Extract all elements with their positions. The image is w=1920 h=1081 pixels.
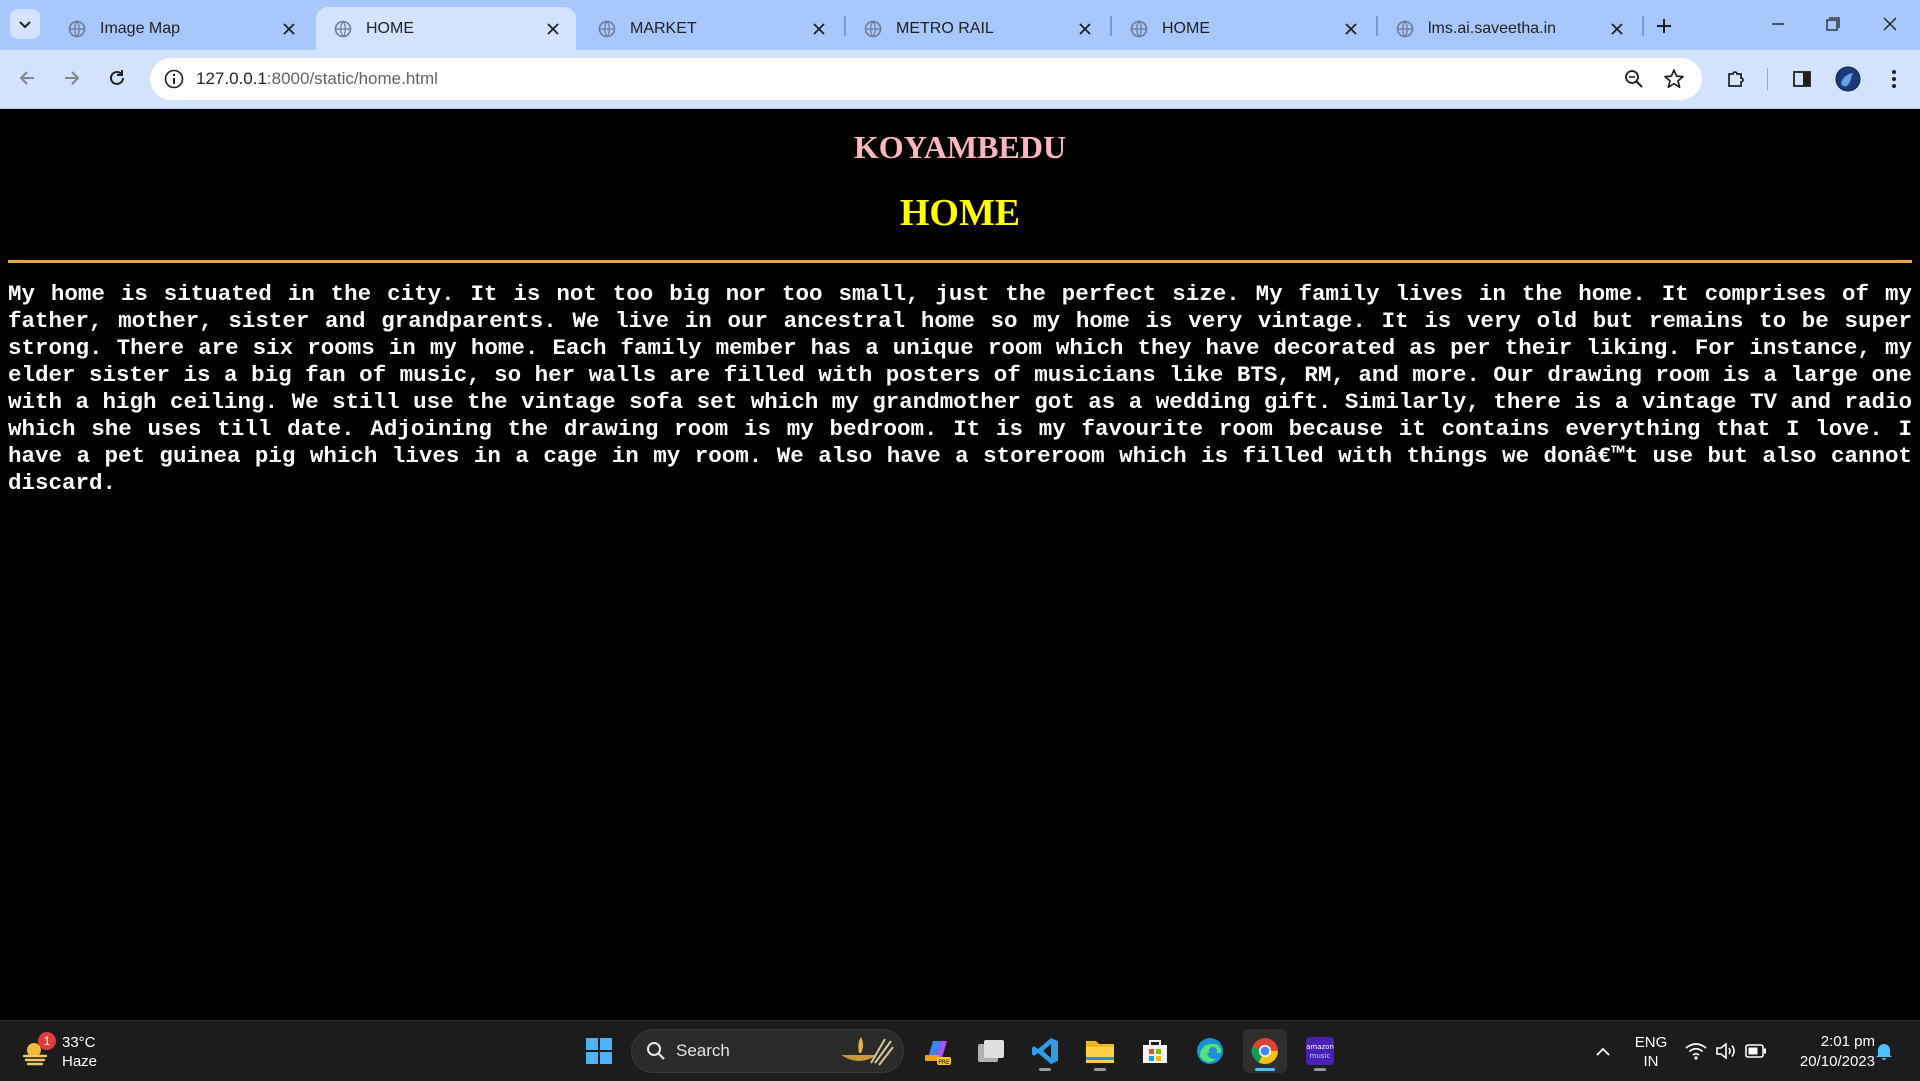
volume-icon[interactable]	[1714, 1039, 1738, 1063]
tab-lms[interactable]: lms.ai.saveetha.in	[1378, 7, 1640, 50]
chrome-icon[interactable]	[1243, 1029, 1287, 1073]
restore-icon[interactable]	[1811, 8, 1855, 40]
taskbar-search[interactable]: Search	[631, 1029, 904, 1073]
profile-avatar-icon[interactable]	[1834, 65, 1862, 93]
extensions-icon[interactable]	[1722, 65, 1750, 93]
clock-date: 20/10/2023	[1799, 1053, 1875, 1070]
battery-icon[interactable]	[1744, 1039, 1768, 1063]
tab-title: HOME	[366, 19, 414, 37]
region-code: IN	[1643, 1053, 1659, 1070]
minimize-icon[interactable]	[1756, 8, 1800, 40]
bookmark-star-icon[interactable]	[1662, 67, 1686, 91]
clock-time: 2:01 pm	[1820, 1033, 1875, 1050]
svg-text:PRE: PRE	[938, 1059, 950, 1066]
url-text[interactable]: 127.0.0.1:8000/static/home.html	[196, 69, 1622, 89]
url-host: 127.0.0.1	[196, 69, 267, 88]
system-clock[interactable]: 2:01 pm 20/10/2023	[1780, 1032, 1875, 1072]
svg-text:music: music	[1310, 1052, 1331, 1060]
windows-start-icon[interactable]	[577, 1029, 621, 1073]
close-icon[interactable]	[280, 20, 298, 38]
close-icon[interactable]	[1076, 20, 1094, 38]
site-info-icon[interactable]	[164, 69, 184, 89]
close-icon[interactable]	[1608, 20, 1626, 38]
tab-search-icon[interactable]	[10, 9, 40, 39]
tab-title: Image Map	[100, 19, 181, 37]
horizontal-rule	[8, 260, 1912, 263]
task-view-icon[interactable]	[969, 1029, 1013, 1073]
zoom-icon[interactable]	[1622, 67, 1646, 91]
new-tab-icon[interactable]	[1650, 12, 1678, 40]
reload-icon[interactable]	[100, 61, 134, 95]
globe-icon	[864, 20, 882, 37]
edge-icon[interactable]	[1188, 1029, 1232, 1073]
diwali-lamp-icon	[841, 1037, 894, 1066]
search-icon	[647, 1042, 665, 1060]
ms-store-icon[interactable]	[1133, 1029, 1177, 1073]
globe-icon	[598, 20, 616, 37]
tab-home[interactable]: HOME	[1112, 7, 1374, 50]
globe-icon	[68, 20, 86, 37]
tab-strip: Image Map HOME MARKET METRO RAIL HOME lm…	[0, 0, 1920, 50]
tab-title: lms.ai.saveetha.in	[1428, 19, 1557, 37]
browser-toolbar: 127.0.0.1:8000/static/home.html	[0, 50, 1920, 109]
wifi-icon[interactable]	[1684, 1039, 1708, 1063]
close-window-icon[interactable]	[1868, 8, 1912, 40]
page-heading: HOME	[899, 192, 1021, 234]
taskbar: 1 33°C Haze Search PRE amazon music ENG …	[0, 1020, 1920, 1081]
tab-title: MARKET	[630, 19, 697, 37]
copilot-icon[interactable]: PRE	[915, 1029, 959, 1073]
search-label: Search	[676, 1041, 730, 1060]
running-indicator	[1039, 1068, 1051, 1071]
close-icon[interactable]	[544, 20, 562, 38]
tab-separator	[1642, 16, 1644, 36]
notification-bell-icon[interactable]	[1872, 1039, 1896, 1063]
back-icon[interactable]	[10, 61, 44, 95]
running-indicator	[1314, 1068, 1326, 1071]
tab-title: HOME	[1162, 19, 1210, 37]
tab-image-map[interactable]: Image Map	[50, 7, 312, 50]
chevron-up-icon[interactable]	[1590, 1039, 1616, 1065]
site-title: KOYAMBEDU	[853, 129, 1067, 165]
web-page: KOYAMBEDU HOME My home is situated in th…	[0, 109, 1920, 1020]
svg-text:amazon: amazon	[1306, 1043, 1334, 1051]
menu-icon[interactable]	[1880, 65, 1908, 93]
running-indicator	[1094, 1068, 1106, 1071]
url-path: :8000/static/home.html	[266, 69, 438, 88]
file-explorer-icon[interactable]	[1078, 1029, 1122, 1073]
close-icon[interactable]	[810, 20, 828, 38]
weather-widget[interactable]: 1 33°C Haze	[20, 1031, 97, 1073]
globe-icon	[1396, 20, 1414, 37]
globe-icon	[334, 20, 352, 37]
side-panel-icon[interactable]	[1788, 65, 1816, 93]
language-indicator[interactable]: ENG IN	[1630, 1033, 1672, 1071]
vscode-icon[interactable]	[1023, 1029, 1067, 1073]
weather-haze-icon: 1	[20, 1032, 56, 1068]
tab-metro-rail[interactable]: METRO RAIL	[846, 7, 1108, 50]
tab-home-active[interactable]: HOME	[316, 7, 576, 50]
forward-icon[interactable]	[55, 61, 89, 95]
tab-market[interactable]: MARKET	[580, 7, 842, 50]
close-icon[interactable]	[1342, 20, 1360, 38]
weather-temperature: 33°C	[62, 1034, 96, 1051]
body-paragraph: My home is situated in the city. It is n…	[8, 281, 1912, 496]
weather-badge: 1	[38, 1032, 56, 1050]
language-code: ENG	[1634, 1034, 1668, 1051]
tab-title: METRO RAIL	[896, 19, 994, 37]
address-bar[interactable]: 127.0.0.1:8000/static/home.html	[150, 58, 1702, 100]
globe-icon	[1130, 20, 1148, 37]
amazon-music-icon[interactable]: amazon music	[1298, 1029, 1342, 1073]
weather-condition: Haze	[62, 1053, 98, 1070]
active-indicator	[1255, 1068, 1275, 1071]
toolbar-divider	[1767, 68, 1768, 90]
